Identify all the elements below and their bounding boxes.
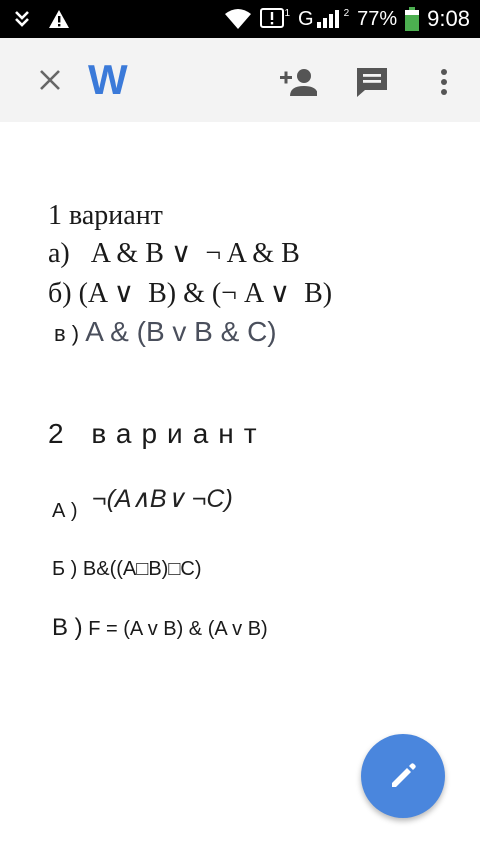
close-icon [40,70,60,90]
variant1-v-label: в ) [54,321,86,346]
more-options-button[interactable] [424,62,464,102]
variant2-line-v: В ) F = (A v B) & (A v B) [52,614,268,642]
variant2-a-expr: ¬(A∧B∨ ¬C) [92,485,233,513]
variant1-v-expr: A & (B v B & C) [85,316,277,347]
status-bar: 1 G 2 77% 9:08 [0,0,480,38]
variant1-line-a: а) A & B ∨ ¬ A & B [48,238,300,269]
variant1-title: 1 вариант [48,200,163,231]
battery-percent: 77% [357,7,398,30]
alert-box-icon [260,8,285,30]
app-toolbar: W [0,38,480,122]
variant1-line-v: в ) A & (B v B & C) [54,316,277,348]
variant1-line-b: б) (A ∨ B) & (¬ A ∨ B) [48,278,333,309]
comment-button[interactable] [352,62,392,102]
add-person-icon [280,69,317,96]
sim2-label: 2 [343,7,350,19]
pencil-icon [392,763,416,787]
add-person-button[interactable] [278,62,318,102]
variant2-line-b: Б ) B&((A□B)□C) [52,558,202,580]
sim1-label: 1 [284,7,291,19]
signal-label: G [298,7,314,30]
wifi-icon [224,8,252,30]
edit-fab-button[interactable] [361,734,445,818]
download-icon [14,10,30,28]
word-logo: W [88,56,128,103]
comment-icon [357,68,387,97]
variant2-v-expr: F = (A v B) & (A v B) [82,618,268,640]
variant2-title: 2 вариант [48,418,267,449]
more-vert-icon [441,69,447,95]
variant2-a-label: А ) [52,500,78,522]
battery-icon [405,7,420,31]
variant2-v-label: В ) [52,614,83,641]
clock: 9:08 [427,6,470,31]
signal-icon [316,10,342,28]
warning-icon [48,9,70,29]
close-button[interactable] [36,66,64,94]
